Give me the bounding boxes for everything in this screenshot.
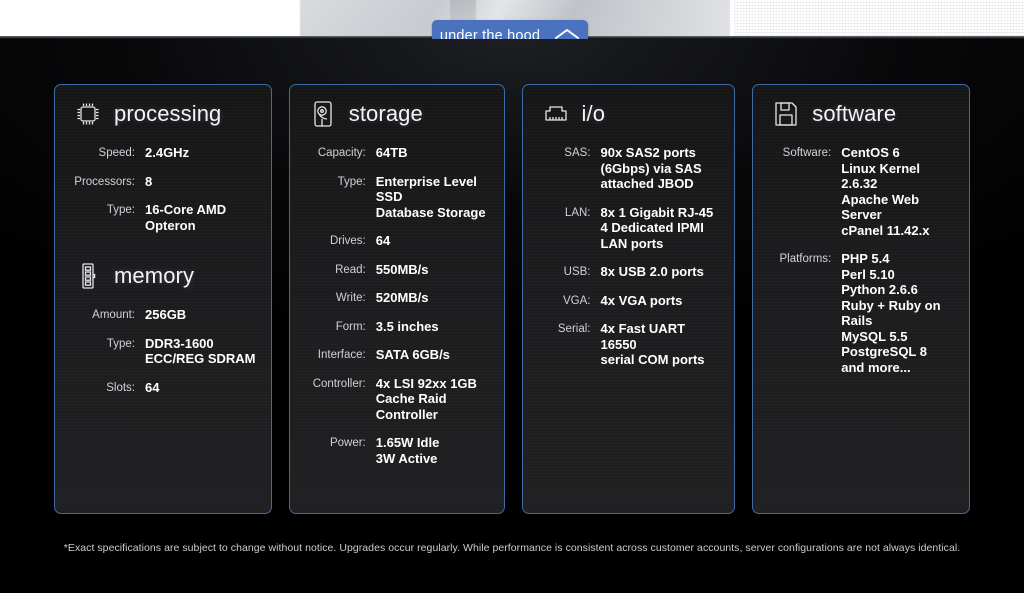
spec-label: Write: — [335, 292, 366, 304]
spec-value: 3.5 inches — [375, 318, 439, 334]
floppy-disk-icon — [771, 99, 801, 129]
spec-row: Type: 16-Core AMD Opteron — [67, 202, 259, 233]
spec-value: 64 — [145, 379, 160, 395]
spec-value: 1.65W Idle 3W Active — [375, 435, 440, 466]
spec-row: Processors: 8 — [67, 174, 259, 190]
spec-label: Controller: — [312, 377, 366, 390]
spec-value: 550MB/s — [375, 261, 429, 277]
spec-value: 8x 1 Gigabit RJ-45 4 Dedicated IPMI LAN … — [600, 204, 714, 251]
section-header-processing: processing — [67, 99, 259, 129]
section-title-io: i/o — [581, 101, 606, 126]
cpu-chip-icon — [73, 99, 103, 129]
hard-disk-icon — [308, 99, 338, 129]
ram-stick-icon — [73, 261, 103, 291]
spec-label: Type: — [106, 204, 135, 216]
spec-value: 8x USB 2.0 ports — [600, 264, 704, 279]
spec-value: 520MB/s — [375, 290, 429, 305]
spec-row: Form: 3.5 inches — [302, 319, 492, 335]
spec-row: Controller: 4x LSI 92xx 1GB Cache Raid C… — [302, 376, 492, 423]
specs-board: processing Speed: 2.4GHz Processors: 8 T… — [0, 39, 1024, 593]
spec-label: Interface: — [317, 349, 366, 361]
spec-label: Platforms: — [779, 253, 832, 265]
spec-row: Software: CentOS 6 Linux Kernel 2.6.32 A… — [765, 145, 957, 238]
spec-value: 90x SAS2 ports (6Gbps) via SAS attached … — [600, 145, 702, 191]
panel-software: software Software: CentOS 6 Linux Kernel… — [752, 84, 970, 514]
specs-processing: Speed: 2.4GHz Processors: 8 Type: 16-Cor… — [67, 145, 259, 233]
spec-value: 64TB — [375, 145, 408, 160]
spec-row: Drives: 64 — [302, 233, 492, 249]
spec-label: Serial: — [557, 323, 591, 335]
spec-value: DDR3-1600 ECC/REG SDRAM — [145, 335, 256, 367]
spec-row: SAS: 90x SAS2 ports (6Gbps) via SAS atta… — [535, 145, 723, 192]
panel-io: i/o SAS: 90x SAS2 ports (6Gbps) via SAS … — [521, 84, 736, 514]
section-header-memory: memory — [67, 261, 259, 291]
spec-value: 256GB — [145, 307, 187, 322]
spec-label: Software: — [782, 147, 832, 159]
spec-row: Serial: 4x Fast UART 16550 serial COM po… — [535, 321, 723, 368]
spec-row: Power: 1.65W Idle 3W Active — [302, 435, 492, 466]
spec-value: 4x LSI 92xx 1GB Cache Raid Controller — [375, 375, 477, 422]
spec-row: Write: 520MB/s — [302, 290, 492, 306]
spec-label: Capacity: — [317, 147, 366, 159]
specs-storage: Capacity: 64TB Type: Enterprise Level SS… — [302, 145, 492, 466]
spec-label: LAN: — [564, 206, 591, 219]
spec-row: Read: 550MB/s — [302, 262, 492, 278]
section-header-software: software — [765, 99, 957, 129]
spec-value: 4x VGA ports — [600, 292, 683, 308]
spec-row: Slots: 64 — [67, 380, 259, 396]
spec-label: Type: — [337, 175, 366, 188]
spec-label: Slots: — [106, 381, 135, 394]
spec-value: PHP 5.4 Perl 5.10 Python 2.6.6 Ruby + Ru… — [841, 251, 941, 375]
spec-row: Speed: 2.4GHz — [67, 145, 259, 161]
spec-label: Processors: — [74, 175, 135, 188]
panel-storage: storage Capacity: 64TB Type: Enterprise … — [288, 84, 505, 514]
spec-value: 2.4GHz — [145, 145, 190, 160]
spec-row: LAN: 8x 1 Gigabit RJ-45 4 Dedicated IPMI… — [535, 205, 723, 252]
ethernet-port-icon — [541, 99, 571, 129]
footnote-disclaimer: *Exact specifications are subject to cha… — [63, 542, 961, 554]
spec-value: 16-Core AMD Opteron — [145, 202, 227, 233]
panel-processing: processing Speed: 2.4GHz Processors: 8 T… — [54, 84, 272, 514]
spec-row: Type: DDR3-1600 ECC/REG SDRAM — [67, 336, 259, 367]
spec-row: Capacity: 64TB — [302, 145, 492, 161]
banner-halftone-texture — [734, 0, 1024, 36]
under-the-hood-specs-page: under the hood processing Speed: 2.4GHz … — [0, 0, 1024, 593]
spec-label: Speed: — [98, 147, 135, 159]
spec-label: Drives: — [329, 235, 366, 247]
spec-label: USB: — [563, 266, 591, 278]
section-title-processing: processing — [114, 101, 222, 126]
spec-row: Amount: 256GB — [67, 307, 259, 323]
spec-label: Type: — [106, 337, 135, 350]
spec-label: Read: — [335, 263, 366, 276]
section-title-software: software — [812, 101, 897, 126]
section-title-storage: storage — [348, 101, 423, 126]
specs-software: Software: CentOS 6 Linux Kernel 2.6.32 A… — [765, 145, 957, 375]
spec-value: CentOS 6 Linux Kernel 2.6.32 Apache Web … — [841, 145, 930, 238]
specs-io: SAS: 90x SAS2 ports (6Gbps) via SAS atta… — [535, 145, 723, 368]
spec-value: 8 — [145, 173, 153, 189]
spec-row: USB: 8x USB 2.0 ports — [535, 264, 723, 280]
spec-row: VGA: 4x VGA ports — [535, 293, 723, 309]
spec-panels: processing Speed: 2.4GHz Processors: 8 T… — [54, 84, 970, 514]
spec-row: Interface: SATA 6GB/s — [302, 347, 492, 363]
spec-label: SAS: — [564, 147, 591, 159]
spec-label: Form: — [335, 320, 366, 333]
spec-label: Power: — [329, 437, 366, 449]
spec-label: VGA: — [563, 294, 591, 307]
spec-value: Enterprise Level SSD Database Storage — [375, 173, 486, 220]
section-header-storage: storage — [302, 99, 492, 129]
specs-memory: Amount: 256GB Type: DDR3-1600 ECC/REG SD… — [67, 307, 259, 395]
section-header-io: i/o — [535, 99, 723, 129]
spec-value: SATA 6GB/s — [375, 347, 450, 362]
spec-row: Platforms: PHP 5.4 Perl 5.10 Python 2.6.… — [765, 251, 957, 375]
spec-value: 64 — [375, 233, 391, 248]
spec-value: 4x Fast UART 16550 serial COM ports — [600, 321, 705, 367]
spec-label: Amount: — [92, 309, 135, 321]
spec-row: Type: Enterprise Level SSD Database Stor… — [302, 174, 492, 221]
section-title-memory: memory — [114, 263, 195, 288]
